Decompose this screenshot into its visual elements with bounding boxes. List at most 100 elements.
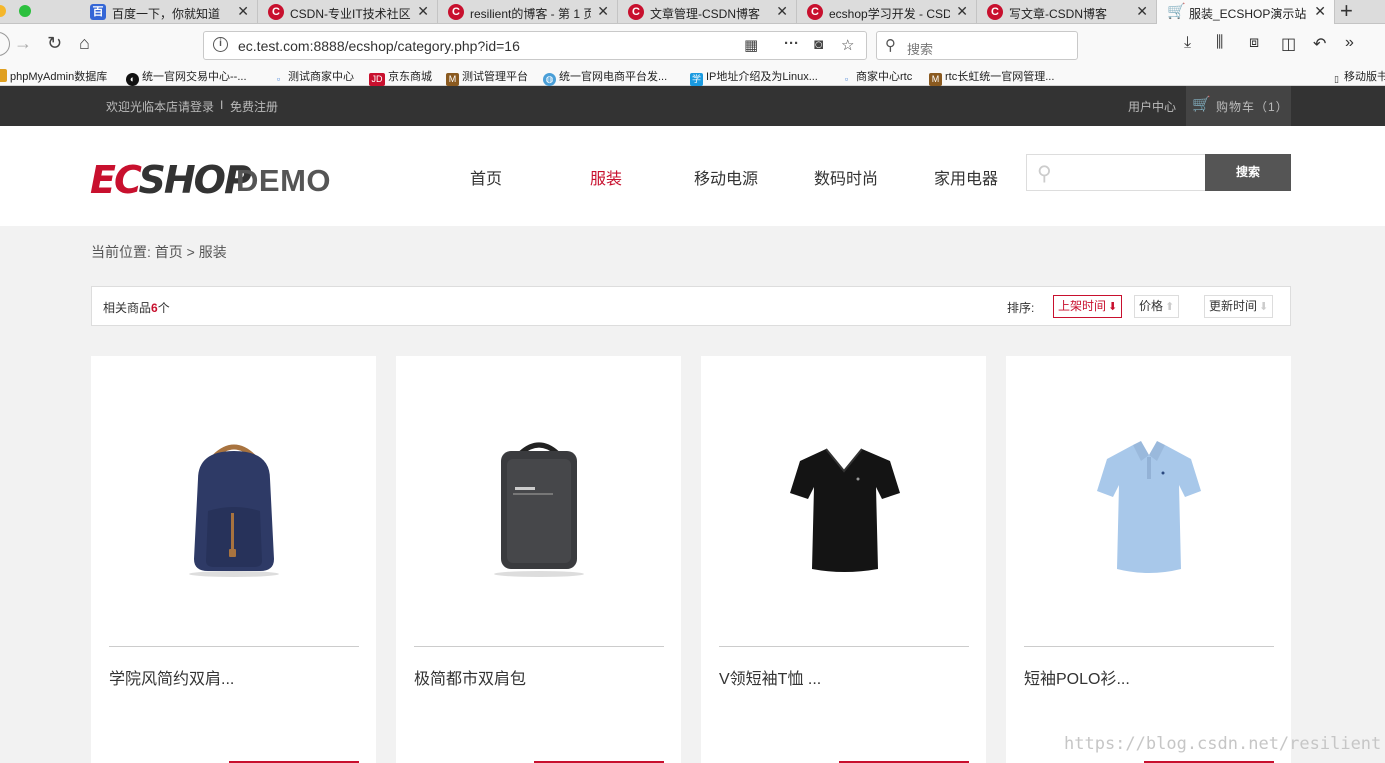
count-number: 6 [151, 301, 158, 315]
product-name[interactable]: 学院风简约双肩... [109, 665, 234, 689]
more-actions-icon[interactable]: ··· [784, 35, 799, 52]
product-image[interactable] [146, 416, 321, 591]
undo-icon[interactable]: ↶ [1313, 34, 1326, 54]
minimize-window-icon[interactable] [0, 5, 6, 17]
bookmark-label: 京东商城 [388, 71, 432, 83]
sort-by-update-time[interactable]: 更新时间 ⬇ [1204, 295, 1274, 318]
url-bar[interactable]: i ec.test.com:8888/ecshop/category.php?i… [203, 31, 867, 60]
search-icon: ⚲ [885, 37, 896, 54]
card-divider [109, 646, 359, 647]
login-link[interactable]: 欢迎光临本店请登录 [106, 98, 214, 115]
product-card[interactable]: 学院风简约双肩... [91, 356, 376, 763]
product-name[interactable]: V领短袖T恤 ... [719, 665, 821, 689]
bookmark-label: 移动版书 [1344, 71, 1385, 83]
product-card[interactable]: 极简都市双肩包 [396, 356, 681, 763]
close-tab-icon[interactable]: ✕ [1136, 3, 1148, 20]
product-count: 相关商品6个 [103, 299, 170, 316]
bookmark-item[interactable]: phpMyAdmin数据库 [0, 68, 107, 84]
user-center-link[interactable]: 用户中心 [1128, 98, 1176, 115]
cart-button[interactable]: 🛒 购物车（1） [1186, 86, 1291, 126]
bookmark-favicon-icon: ▫ [844, 74, 849, 84]
sidebar-icon[interactable]: ◫ [1281, 34, 1296, 54]
tab-resilient-blog[interactable]: C resilient的博客 - 第 1 页 ✕ [438, 0, 618, 24]
bookmark-item[interactable]: ▫ 商家中心rtc [840, 68, 912, 86]
tab-article-manage[interactable]: C 文章管理-CSDN博客 ✕ [618, 0, 797, 24]
bookmark-label: 测试商家中心 [288, 71, 354, 83]
home-icon[interactable]: ⌂ [79, 33, 90, 54]
bookmark-item[interactable]: M 测试管理平台 [446, 68, 528, 86]
tab-csdn[interactable]: C CSDN-专业IT技术社区 ✕ [258, 0, 438, 24]
card-divider [719, 646, 969, 647]
product-card[interactable]: V领短袖T恤 ... [701, 356, 986, 763]
product-image[interactable] [1061, 416, 1236, 591]
pocket-icon[interactable]: ◙ [814, 36, 823, 53]
product-image[interactable] [451, 416, 626, 591]
close-tab-icon[interactable]: ✕ [956, 3, 968, 20]
csdn-icon: C [628, 4, 644, 20]
nav-clothing[interactable]: 服装 [590, 165, 622, 189]
sort-label-text: 更新时间 [1209, 299, 1258, 313]
register-link[interactable]: 免费注册 [230, 98, 278, 115]
qr-code-icon[interactable]: ▦ [744, 36, 758, 54]
download-icon[interactable]: ⤓ [1184, 34, 1191, 52]
bookmark-item[interactable]: ▫ 测试商家中心 [272, 68, 354, 86]
navy-backpack-image [188, 444, 279, 577]
url-text[interactable]: ec.test.com:8888/ecshop/category.php?id=… [238, 38, 520, 54]
site-search-input[interactable]: ⚲ [1026, 154, 1206, 191]
bookmark-item[interactable]: Mrtc长虹统一官网管理... [929, 68, 1054, 86]
close-tab-icon[interactable]: ✕ [237, 3, 249, 20]
library-icon[interactable]: ⫼ [1216, 34, 1223, 52]
bookmark-star-icon[interactable]: ☆ [841, 36, 854, 54]
csdn-icon: C [268, 4, 284, 20]
product-image[interactable] [756, 416, 931, 591]
tab-ecshop-dev[interactable]: C ecshop学习开发 - CSDN ✕ [797, 0, 977, 24]
bookmark-item[interactable]: ▯ 移动版书 [1332, 68, 1385, 86]
product-name[interactable]: 极简都市双肩包 [414, 665, 526, 689]
tab-write-article[interactable]: C 写文章-CSDN博客 ✕ [977, 0, 1157, 24]
bookmark-label: 统一官网交易中心--... [142, 71, 247, 83]
shopping-cart-icon: 🛒 [1192, 96, 1211, 113]
tab-ecshop-demo[interactable]: 🛒 服装_ECSHOP演示站 - P ✕ [1157, 0, 1335, 24]
close-tab-icon[interactable]: ✕ [1314, 3, 1326, 20]
blue-polo-image [1096, 440, 1201, 573]
arrow-up-icon: ⬆ [1165, 301, 1175, 313]
new-tab-icon[interactable]: + [1340, 0, 1353, 24]
ecshop-logo[interactable]: ECSHOP DEMO [90, 158, 331, 202]
nav-home[interactable]: 首页 [470, 165, 502, 189]
count-prefix: 相关商品 [103, 301, 152, 315]
forward-icon[interactable]: → [14, 33, 32, 54]
close-tab-icon[interactable]: ✕ [597, 3, 609, 20]
back-button[interactable] [0, 32, 10, 56]
reload-icon[interactable]: ↻ [47, 33, 62, 54]
bookmark-item[interactable]: 学 IP地址介绍及为Linux... [690, 68, 818, 86]
close-tab-icon[interactable]: ✕ [776, 3, 788, 20]
sort-label: 排序: [1007, 301, 1035, 315]
nav-power-bank[interactable]: 移动电源 [694, 165, 758, 189]
overflow-menu-icon[interactable]: » [1345, 34, 1354, 52]
bookmark-item[interactable]: ◐ 统一官网交易中心--... [126, 68, 247, 86]
sort-by-listing-time[interactable]: 上架时间 ⬇ [1053, 295, 1123, 318]
site-search: ⚲ 搜索 [1026, 154, 1291, 191]
screenshot-icon[interactable]: ⧈ [1249, 34, 1259, 52]
sort-filter-bar: 相关商品6个 排序: 上架时间 ⬇ 价格 ⬆ 更新时间 ⬇ [91, 286, 1291, 326]
bookmark-favicon-icon: ▫ [276, 74, 281, 84]
info-icon[interactable]: i [213, 37, 228, 52]
sort-by-price[interactable]: 价格 ⬆ [1134, 295, 1180, 318]
product-name[interactable]: 短袖POLO衫... [1024, 665, 1130, 689]
maximize-window-icon[interactable] [19, 5, 31, 17]
product-card[interactable]: 短袖POLO衫... [1006, 356, 1291, 763]
logo-shop: SHOP [138, 158, 252, 202]
browser-search-bar[interactable]: ⚲ 搜索 [876, 31, 1078, 60]
bookmark-item[interactable]: JD 京东商城 [369, 68, 432, 86]
csdn-icon: C [807, 4, 823, 20]
tab-title: 写文章-CSDN博客 [1009, 7, 1107, 21]
nav-digital[interactable]: 数码时尚 [814, 165, 878, 189]
nav-appliances[interactable]: 家用电器 [934, 165, 998, 189]
site-search-button[interactable]: 搜索 [1205, 154, 1291, 191]
site-topbar: 欢迎光临本店请登录 I 免费注册 用户中心 🛒 购物车（1） [0, 86, 1385, 126]
watermark: https://blog.csdn.net/resilient [1064, 734, 1382, 754]
close-tab-icon[interactable]: ✕ [417, 3, 429, 20]
mobile-icon: ▯ [1334, 74, 1339, 84]
bookmark-item[interactable]: ◍ 统一官网电商平台发... [543, 68, 667, 86]
tab-baidu[interactable]: 百 百度一下，你就知道 ✕ [80, 0, 258, 24]
